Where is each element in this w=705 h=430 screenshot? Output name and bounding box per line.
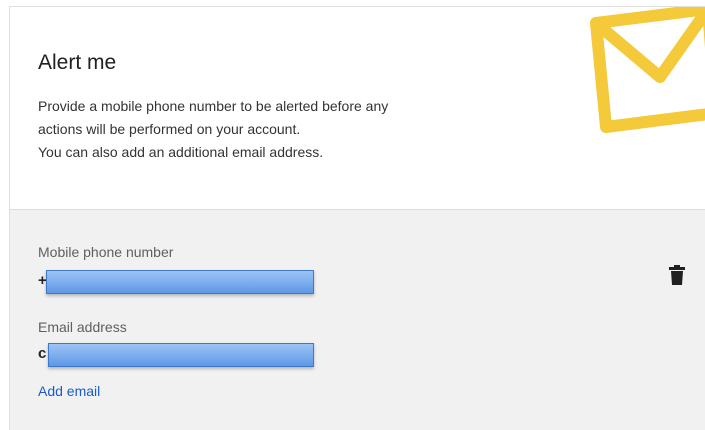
- description-line: Provide a mobile phone number to be aler…: [38, 98, 389, 114]
- contact-details-panel: Mobile phone number + Email address c Ad…: [10, 209, 705, 430]
- add-email-link[interactable]: Add email: [38, 383, 100, 399]
- email-value: c: [38, 345, 47, 362]
- phone-redaction: [46, 270, 314, 294]
- trash-icon[interactable]: [669, 265, 685, 285]
- envelope-icon: [590, 7, 705, 133]
- description-line: You can also add an additional email add…: [38, 144, 324, 160]
- card-header: Alert me Provide a mobile phone number t…: [10, 7, 705, 209]
- email-redaction: [48, 343, 314, 367]
- description-line: actions will be performed on your accoun…: [38, 121, 301, 137]
- alert-me-card: Alert me Provide a mobile phone number t…: [9, 6, 705, 430]
- email-label: Email address: [38, 319, 127, 335]
- card-title: Alert me: [38, 51, 117, 74]
- phone-label: Mobile phone number: [38, 244, 174, 260]
- card-description: Provide a mobile phone number to be aler…: [38, 95, 508, 164]
